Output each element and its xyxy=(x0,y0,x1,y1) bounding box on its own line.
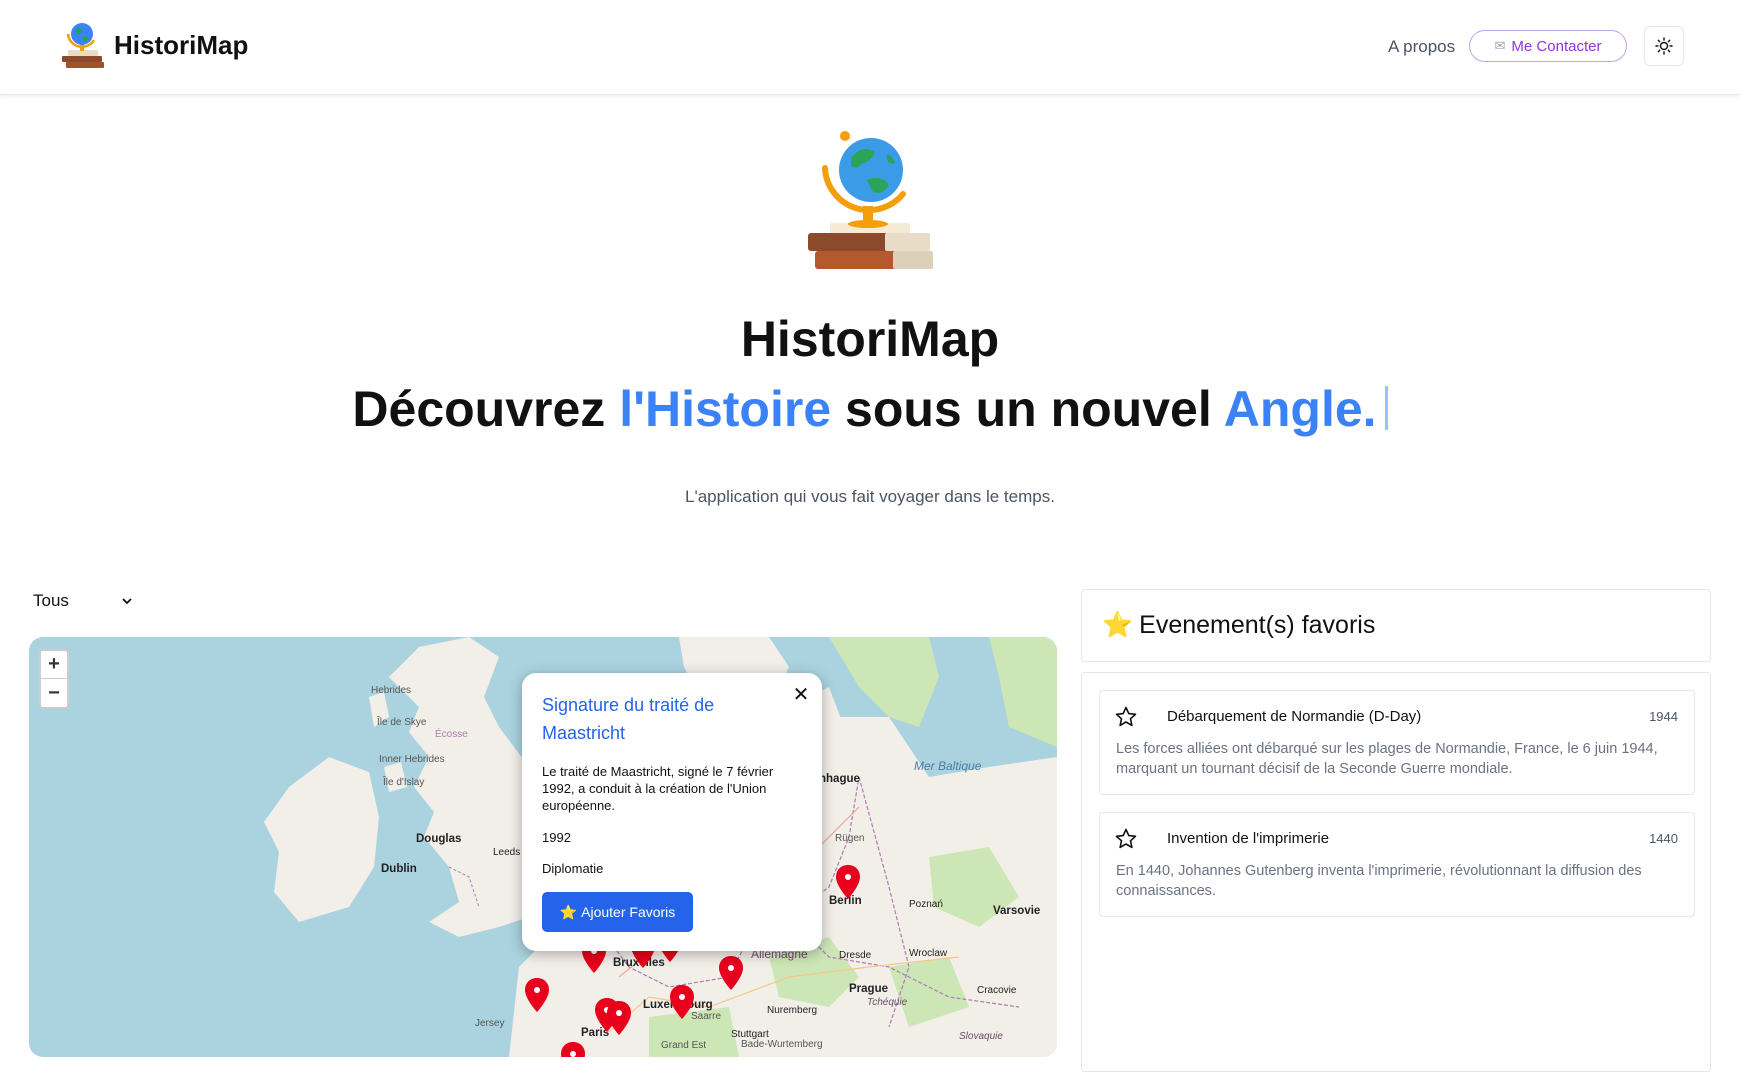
favorite-title: Invention de l'imprimerie xyxy=(1167,830,1330,847)
map-marker-germany[interactable] xyxy=(718,955,744,991)
map-label-cracovie: Cracovie xyxy=(977,985,1017,996)
zoom-in-button[interactable]: + xyxy=(41,651,67,679)
map-label-wroclaw: Wroclaw xyxy=(909,948,948,959)
map-label-grand-est: Grand Est xyxy=(661,1040,707,1051)
map-marker-paris-2[interactable] xyxy=(606,1000,632,1036)
map-label-ile-de-skye: Île de Skye xyxy=(377,717,427,728)
popup-event-year: 1992 xyxy=(542,830,571,845)
popup-event-category: Diplomatie xyxy=(542,861,604,876)
favorite-year: 1440 xyxy=(1649,831,1678,846)
add-favorite-button[interactable]: ⭐ Ajouter Favoris xyxy=(542,892,693,932)
star-icon: ⭐ xyxy=(559,903,578,920)
hero-title: HistoriMap xyxy=(740,311,1000,367)
sun-icon xyxy=(1655,37,1673,55)
tagline-part1: Découvrez xyxy=(352,381,620,437)
close-icon[interactable]: ✕ xyxy=(790,683,812,706)
map-label-inner-hebrides: Inner Hebrides xyxy=(379,754,445,765)
zoom-out-button[interactable]: − xyxy=(41,679,67,707)
map-label-mer-baltique: Mer Baltique xyxy=(914,759,982,773)
hero-subtitle: L'application qui vous fait voyager dans… xyxy=(685,487,1055,506)
map-label-copenhague: nhague xyxy=(819,773,860,785)
map-label-varsovie: Varsovie xyxy=(993,905,1041,917)
map-label-baden: Bade-Wurtemberg xyxy=(741,1039,823,1050)
contact-button[interactable]: ✉ Me Contacter xyxy=(1469,30,1627,62)
star-outline-icon[interactable] xyxy=(1114,827,1138,851)
map-label-dresde: Dresde xyxy=(839,950,872,961)
map-label-prague: Prague xyxy=(849,983,888,995)
favorite-description: En 1440, Johannes Gutenberg inventa l'im… xyxy=(1116,863,1642,899)
map-marker-luxembourg[interactable] xyxy=(669,984,695,1020)
favorites-title: Evenement(s) favoris xyxy=(1139,611,1376,639)
map-marker-normandie[interactable] xyxy=(524,977,550,1013)
map-label-dublin: Dublin xyxy=(381,863,417,875)
map-label-ecosse: Écosse xyxy=(435,729,468,740)
globe-on-books-icon xyxy=(808,131,933,269)
star-icon: ⭐ xyxy=(1102,611,1134,639)
brand-name[interactable]: HistoriMap xyxy=(114,30,248,61)
favorite-title: Débarquement de Normandie (D-Day) xyxy=(1167,708,1422,725)
favorite-card[interactable]: Débarquement de Normandie (D-Day) 1944 L… xyxy=(1099,690,1695,795)
tagline-part2: sous un nouvel xyxy=(831,381,1224,437)
map-label-hebrides: Hebrides xyxy=(371,685,412,696)
envelope-icon: ✉ xyxy=(1494,38,1506,53)
favorites-panel: Débarquement de Normandie (D-Day) 1944 L… xyxy=(1081,672,1711,1072)
popup-event-description: Le traité de Maastricht, signé le 7 févr… xyxy=(542,764,774,813)
map-label-jersey: Jersey xyxy=(475,1018,505,1029)
theme-toggle-button[interactable] xyxy=(1644,26,1684,66)
map-marker-west-france[interactable] xyxy=(560,1041,586,1057)
event-popup: ✕ Signature du traité de Maastricht Le t… xyxy=(522,673,822,951)
map-label-nuremberg: Nuremberg xyxy=(767,1005,818,1016)
map-label-rugen: Rügen xyxy=(835,833,865,844)
hero-tagline: Découvrez l'Histoire sous un nouvel Angl… xyxy=(0,380,1740,438)
typing-cursor xyxy=(1384,386,1388,430)
category-filter-select[interactable]: Tous xyxy=(33,591,133,611)
favorite-card[interactable]: Invention de l'imprimerie 1440 En 1440, … xyxy=(1099,812,1695,917)
map-marker-berlin[interactable] xyxy=(835,864,861,900)
globe-logo-icon[interactable] xyxy=(58,20,106,70)
map-label-saarland: Saarre xyxy=(691,1011,722,1022)
popup-event-title: Signature du traité de Maastricht xyxy=(542,695,715,743)
map-label-poznan: Poznań xyxy=(909,899,943,910)
chevron-down-icon xyxy=(122,598,132,605)
map-label-slovaquie: Slovaquie xyxy=(959,1031,1003,1042)
top-navbar: HistoriMap A propos ✉ Me Contacter xyxy=(0,0,1740,95)
map-label-ile-d-islay: Île d'Islay xyxy=(383,777,425,788)
filter-selected-value: Tous xyxy=(33,591,69,610)
map-label-douglas: Douglas xyxy=(416,833,462,845)
star-outline-icon[interactable] xyxy=(1114,705,1138,729)
tagline-highlight-angle: Angle. xyxy=(1223,381,1377,437)
nav-about-link[interactable]: A propos xyxy=(1388,37,1455,57)
map-label-leeds: Leeds xyxy=(493,847,521,858)
favorite-year: 1944 xyxy=(1649,709,1678,724)
favorite-description: Les forces alliées ont débarqué sur les … xyxy=(1116,741,1658,777)
contact-label: Me Contacter xyxy=(1511,37,1602,55)
tagline-highlight-history: l'Histoire xyxy=(619,381,832,437)
map-label-tchequie: Tchéquie xyxy=(867,997,908,1008)
map-zoom-control: + − xyxy=(39,649,69,709)
add-favorite-label: Ajouter Favoris xyxy=(581,904,676,920)
favorites-header: ⭐ Evenement(s) favoris xyxy=(1081,589,1711,662)
